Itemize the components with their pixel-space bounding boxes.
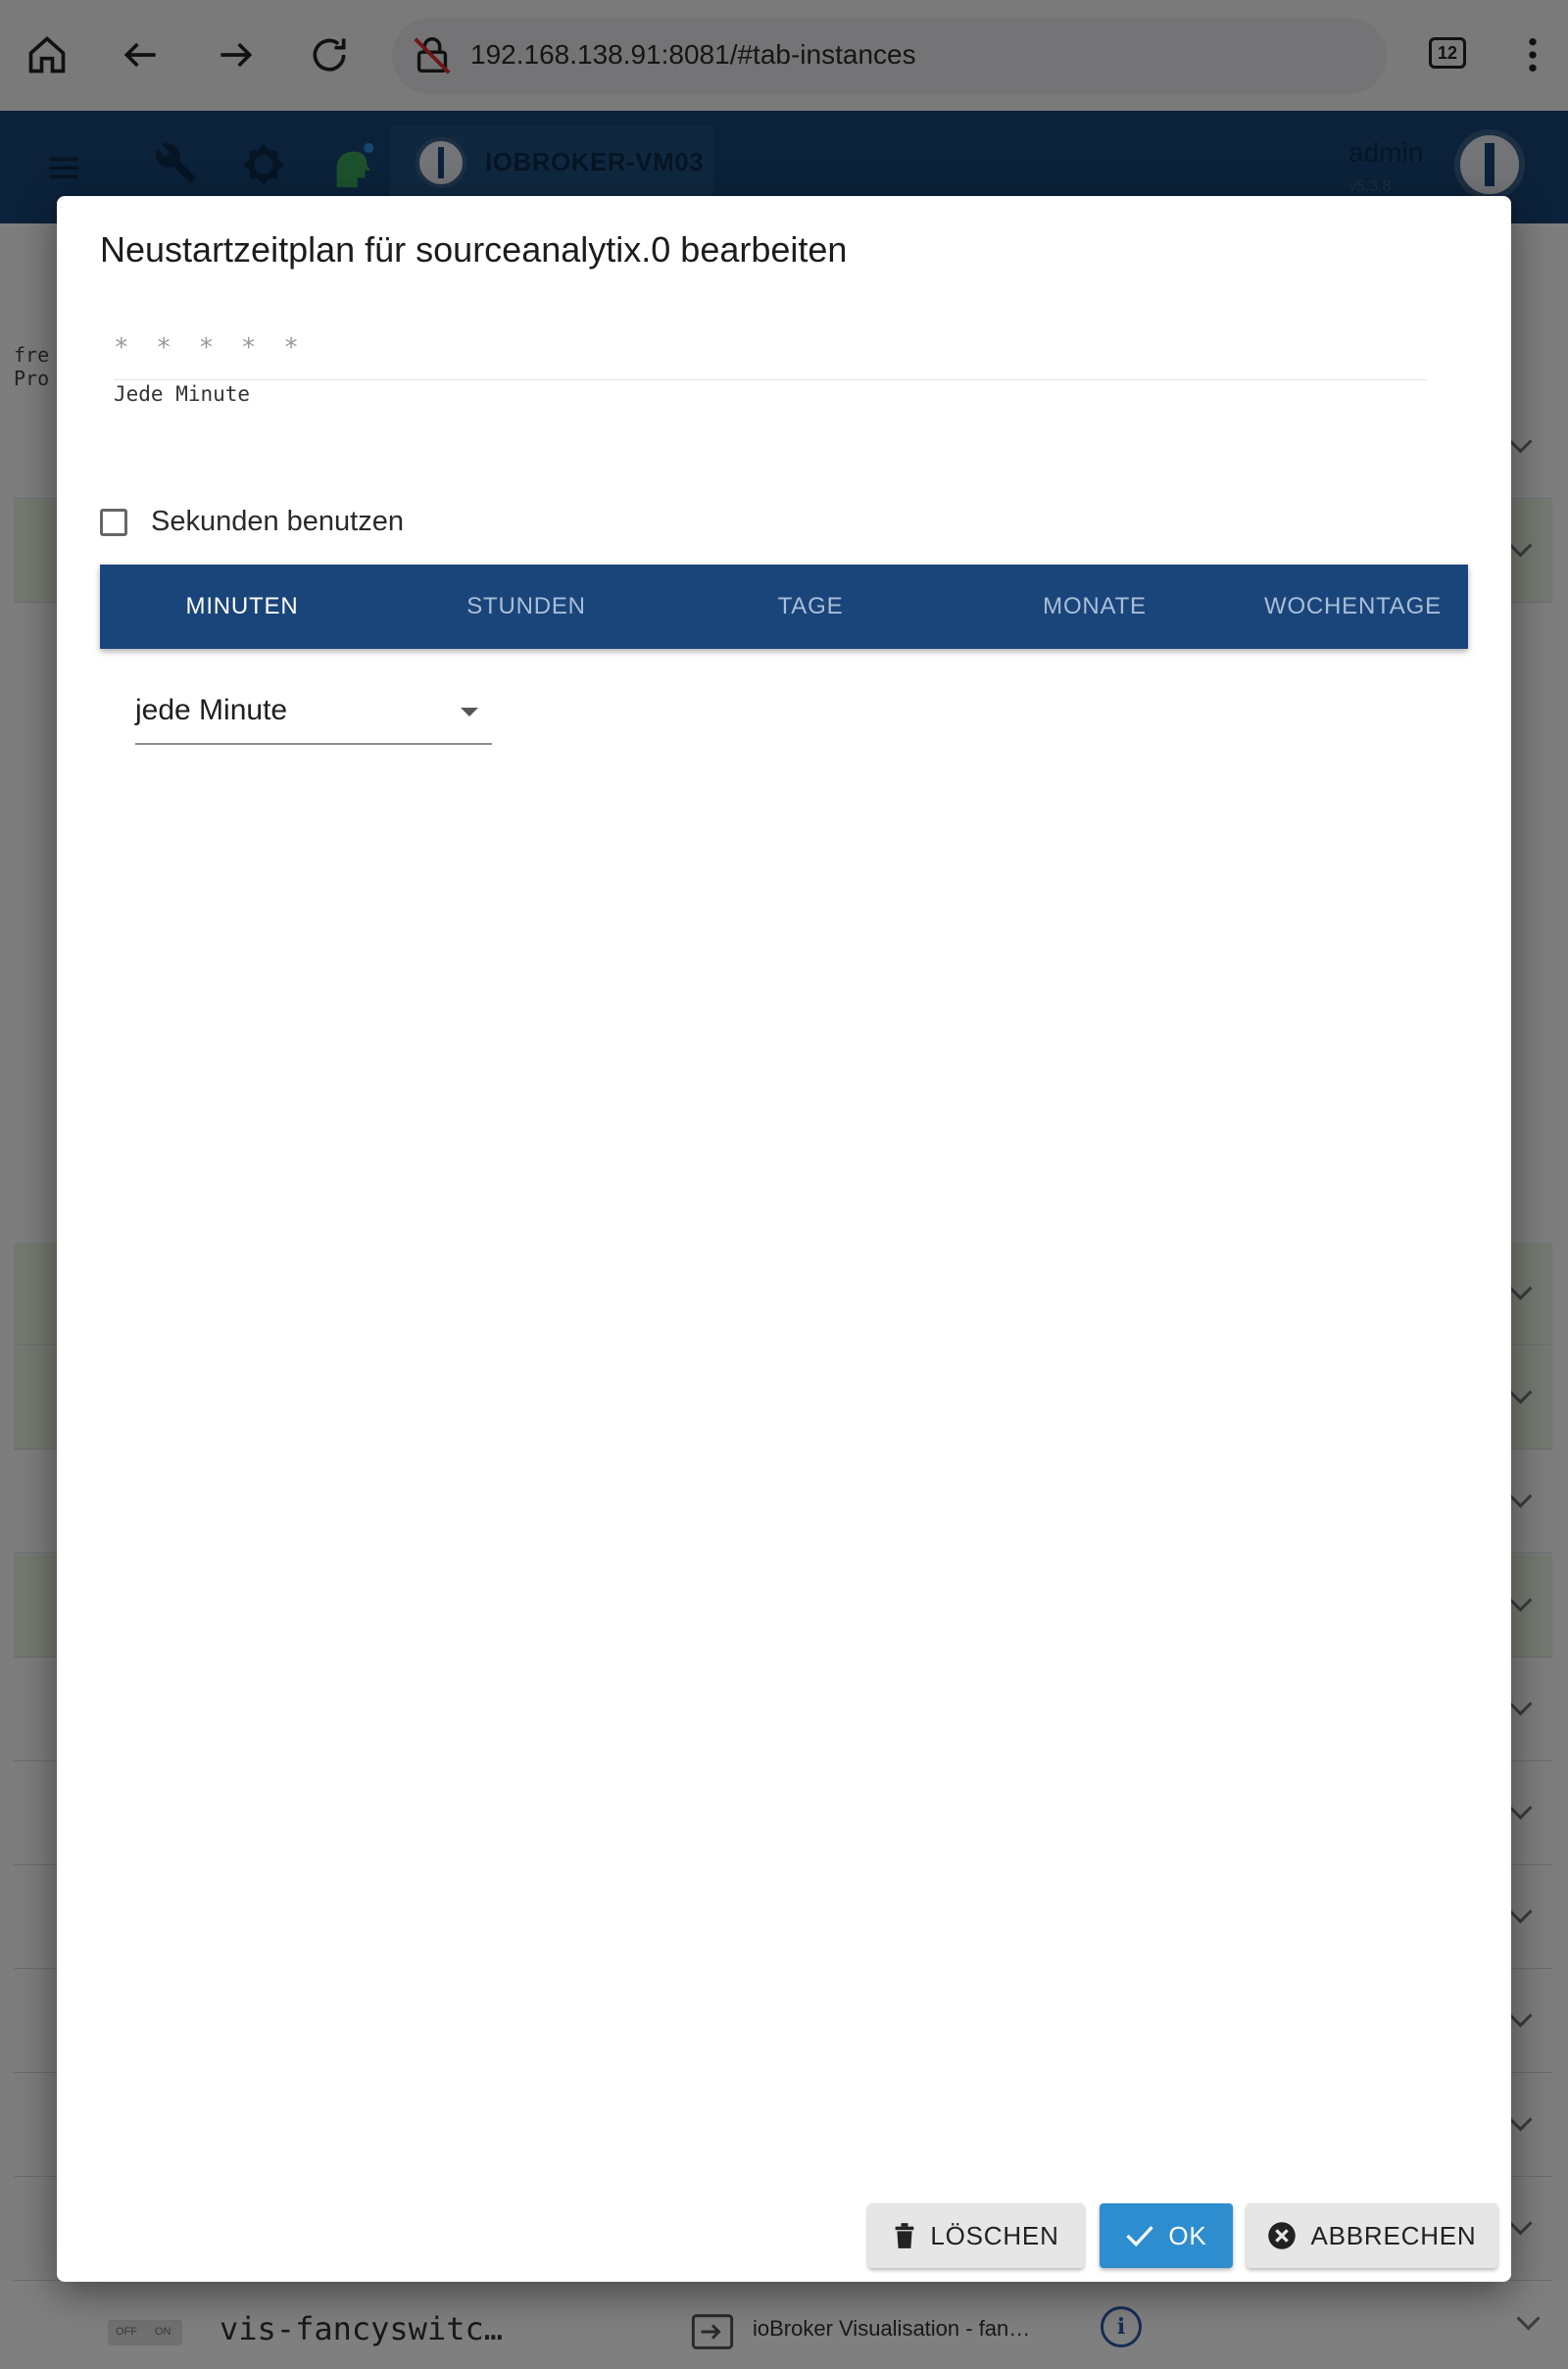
tab-minutes[interactable]: MINUTEN [100,565,384,649]
check-icon [1125,2223,1154,2248]
delete-button[interactable]: LÖSCHEN [868,2203,1084,2268]
cron-expression: * * * * * [114,333,305,363]
delete-icon [893,2222,916,2249]
minutes-select-value[interactable]: jede Minute [135,694,287,727]
minutes-select[interactable]: jede Minute [135,686,492,745]
cron-description: Jede Minute [114,382,251,406]
cancel-button-label: ABBRECHEN [1310,2220,1477,2250]
active-tab-indicator [100,645,384,649]
restart-schedule-dialog: Neustartzeitplan für sourceanalytix.0 be… [57,196,1511,2282]
use-seconds-checkbox[interactable] [100,508,127,536]
ok-button[interactable]: OK [1100,2203,1233,2268]
cancel-icon [1267,2221,1297,2250]
tab-months[interactable]: MONATE [953,565,1237,649]
ok-button-label: OK [1168,2220,1207,2250]
dialog-title: Neustartzeitplan für sourceanalytix.0 be… [100,229,848,270]
use-seconds-row[interactable]: Sekunden benutzen [100,506,404,538]
use-seconds-label[interactable]: Sekunden benutzen [151,506,404,538]
schedule-tabs: MINUTEN STUNDEN TAGE MONATE WOCHENTAGE [100,565,1468,649]
tab-days[interactable]: TAGE [668,565,953,649]
tab-weekdays[interactable]: WOCHENTAGE [1237,565,1468,649]
delete-button-label: LÖSCHEN [930,2220,1059,2250]
divider [114,379,1427,380]
tab-hours[interactable]: STUNDEN [384,565,668,649]
cancel-button[interactable]: ABBRECHEN [1247,2203,1497,2268]
dropdown-arrow-icon[interactable] [461,708,478,716]
